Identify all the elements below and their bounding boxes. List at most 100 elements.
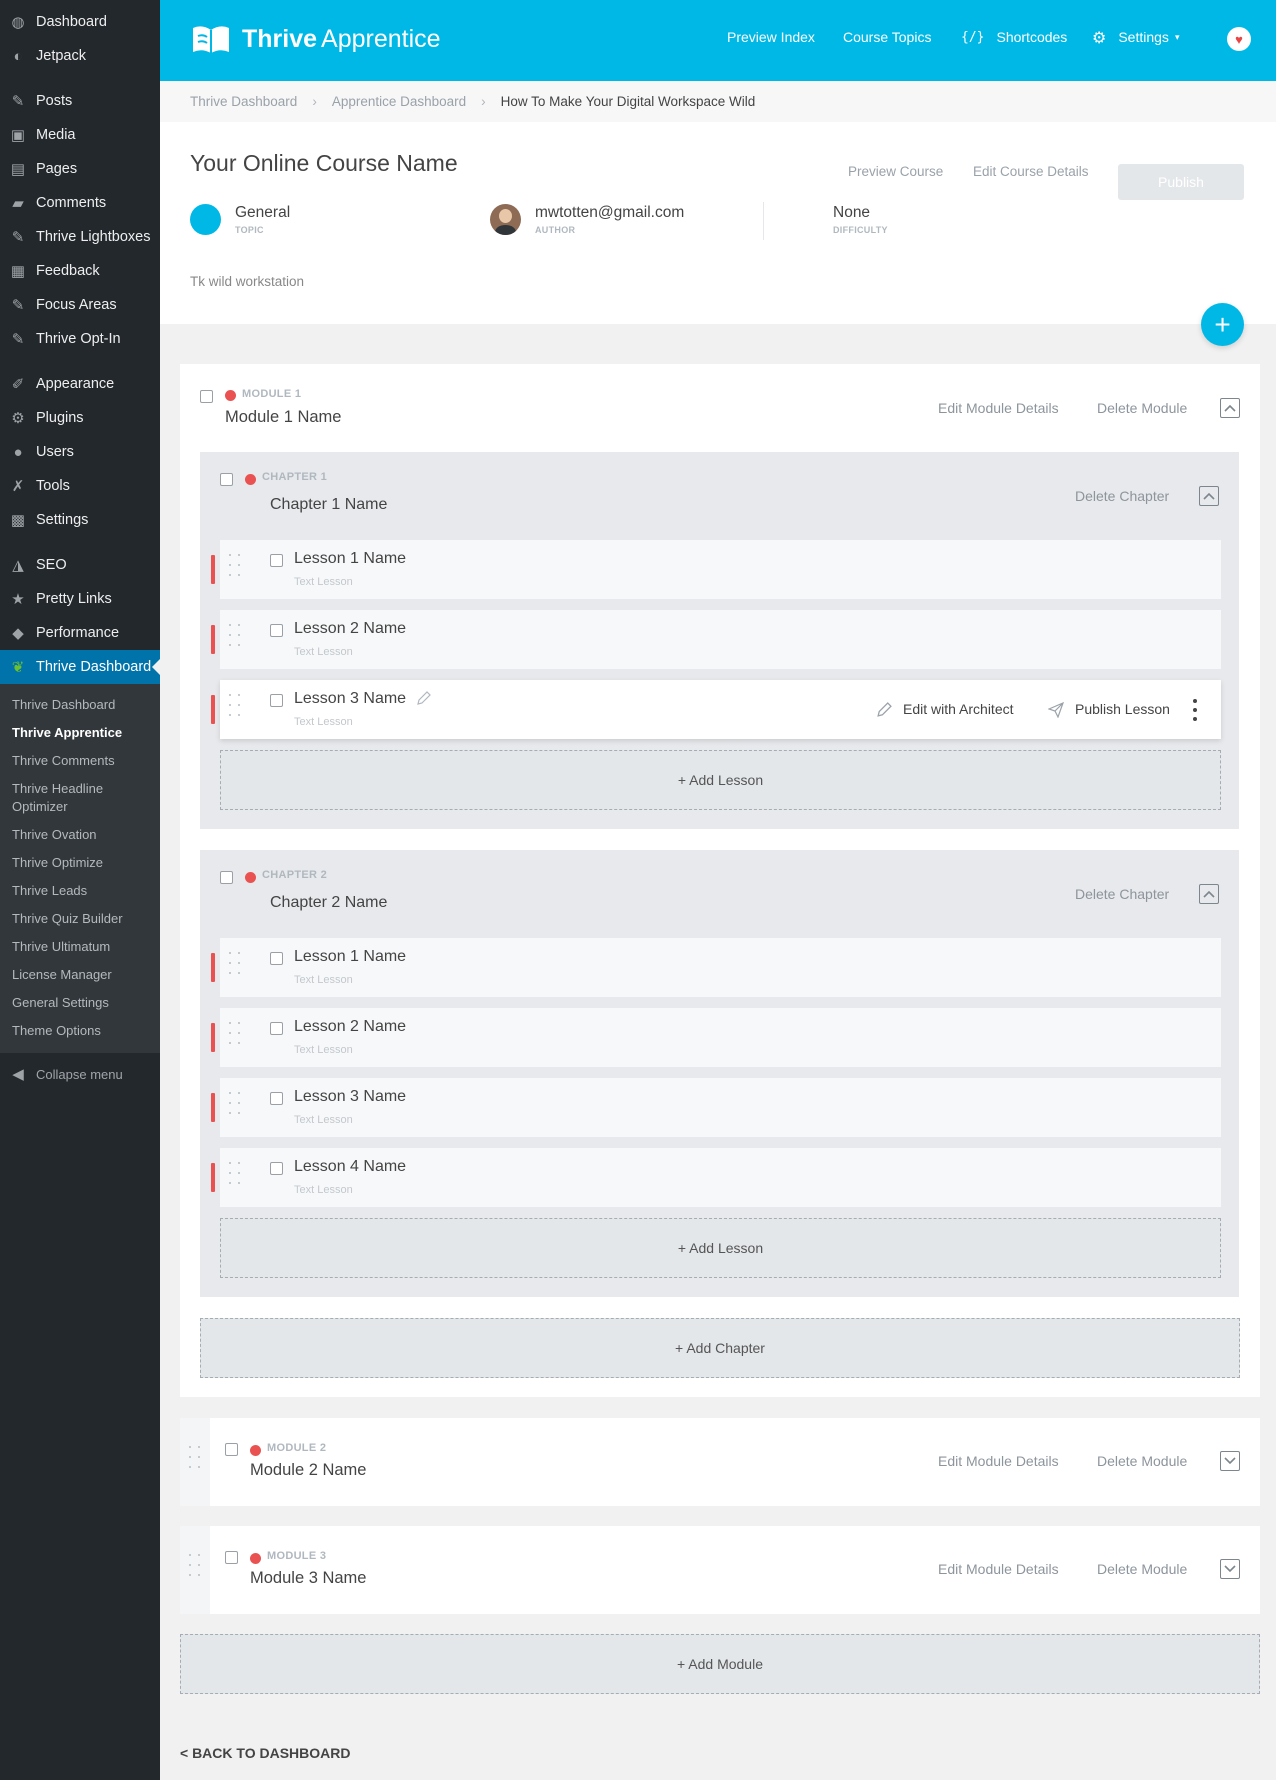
collapse-toggle[interactable] — [1220, 398, 1240, 418]
thrive-apprentice-logo[interactable]: Thrive Apprentice — [190, 22, 441, 56]
sidebar-item-posts[interactable]: ✎ Posts — [0, 84, 160, 118]
breadcrumb-thrive-dashboard[interactable]: Thrive Dashboard — [190, 94, 297, 109]
nav-shortcodes[interactable]: {/} Shortcodes — [961, 0, 1067, 74]
module-drag-area[interactable] — [180, 1418, 210, 1506]
drag-handle-icon[interactable] — [229, 624, 243, 655]
submenu-item[interactable]: License Manager — [0, 961, 160, 989]
sidebar-item-focus-areas[interactable]: ✎ Focus Areas — [0, 288, 160, 322]
submenu-item[interactable]: Thrive Optimize — [0, 849, 160, 877]
drag-handle-icon[interactable] — [229, 1162, 243, 1193]
collapse-menu-button[interactable]: ◀ Collapse menu — [0, 1057, 160, 1091]
sidebar-item-feedback[interactable]: ▦ Feedback — [0, 254, 160, 288]
delete-module-link[interactable]: Delete Module — [1097, 400, 1187, 416]
sidebar-item-thrive-dashboard[interactable]: ❦ Thrive Dashboard — [0, 650, 160, 684]
publish-button[interactable]: Publish — [1118, 164, 1244, 200]
module-drag-area[interactable] — [180, 1526, 210, 1614]
submenu-item[interactable]: Thrive Ovation — [0, 821, 160, 849]
lesson-checkbox[interactable] — [270, 554, 283, 567]
delete-chapter-link[interactable]: Delete Chapter — [1075, 488, 1169, 504]
lesson-row[interactable]: Lesson 1 Name Text Lesson — [211, 540, 1221, 599]
module-checkbox[interactable] — [200, 390, 213, 403]
course-author[interactable]: mwtotten@gmail.com AUTHOR — [490, 204, 684, 235]
sidebar-item-pretty-links[interactable]: ★ Pretty Links — [0, 582, 160, 616]
course-topic[interactable]: General TOPIC — [190, 204, 290, 235]
drag-handle-icon[interactable] — [189, 1554, 203, 1585]
nav-course-topics[interactable]: Course Topics — [843, 0, 931, 74]
lesson-checkbox[interactable] — [270, 1092, 283, 1105]
expand-toggle[interactable] — [1220, 1451, 1240, 1471]
lesson-checkbox[interactable] — [270, 1022, 283, 1035]
sidebar-item-plugins[interactable]: ⚙ Plugins — [0, 401, 160, 435]
sidebar-item-settings[interactable]: ▩ Settings — [0, 503, 160, 537]
submenu-item[interactable]: Thrive Apprentice — [0, 719, 160, 747]
add-module-button[interactable]: + Add Module — [180, 1634, 1260, 1694]
lesson-row[interactable]: Lesson 2 Name Text Lesson — [211, 610, 1221, 669]
preview-course-link[interactable]: Preview Course — [848, 164, 943, 179]
sidebar-item-dashboard[interactable]: ◍ Dashboard — [0, 5, 160, 39]
submenu-item[interactable]: General Settings — [0, 989, 160, 1017]
drag-handle-icon[interactable] — [189, 1446, 203, 1477]
submenu-item[interactable]: Thrive Headline Optimizer — [0, 775, 160, 821]
submenu-item[interactable]: Thrive Dashboard — [0, 691, 160, 719]
submenu-item[interactable]: Thrive Quiz Builder — [0, 905, 160, 933]
submenu-item[interactable]: Thrive Comments — [0, 747, 160, 775]
sidebar-item-pages[interactable]: ▤ Pages — [0, 152, 160, 186]
pencil-icon[interactable] — [416, 691, 431, 706]
sidebar-item-tools[interactable]: ✗ Tools — [0, 469, 160, 503]
more-options-icon[interactable] — [1193, 699, 1197, 721]
sidebar-item-performance[interactable]: ◆ Performance — [0, 616, 160, 650]
delete-chapter-link[interactable]: Delete Chapter — [1075, 886, 1169, 902]
sidebar-item-seo[interactable]: ◮ SEO — [0, 548, 160, 582]
add-lesson-button[interactable]: + Add Lesson — [220, 750, 1221, 810]
drag-handle-icon[interactable] — [229, 554, 243, 585]
course-difficulty[interactable]: None DIFFICULTY — [833, 204, 888, 235]
add-lesson-button[interactable]: + Add Lesson — [220, 1218, 1221, 1278]
edit-module-details-link[interactable]: Edit Module Details — [938, 400, 1059, 416]
delete-module-link[interactable]: Delete Module — [1097, 1453, 1187, 1469]
nav-preview-index[interactable]: Preview Index — [727, 0, 815, 74]
edit-with-architect-button[interactable]: Edit with Architect — [903, 701, 1014, 717]
delete-module-link[interactable]: Delete Module — [1097, 1561, 1187, 1577]
sidebar-item-appearance[interactable]: ✐ Appearance — [0, 367, 160, 401]
edit-course-details-link[interactable]: Edit Course Details — [973, 164, 1089, 179]
lesson-checkbox[interactable] — [270, 1162, 283, 1175]
add-chapter-button[interactable]: + Add Chapter — [200, 1318, 1240, 1378]
collapse-toggle[interactable] — [1199, 884, 1219, 904]
lesson-checkbox[interactable] — [270, 952, 283, 965]
back-to-dashboard-link[interactable]: < BACK TO DASHBOARD — [180, 1745, 350, 1761]
collapse-toggle[interactable] — [1199, 486, 1219, 506]
drag-handle-icon[interactable] — [229, 952, 243, 983]
lesson-row[interactable]: Lesson 1 Name Text Lesson — [211, 938, 1221, 997]
add-content-button[interactable]: + — [1201, 303, 1244, 346]
submenu-item[interactable]: Thrive Ultimatum — [0, 933, 160, 961]
lesson-checkbox[interactable] — [270, 694, 283, 707]
submenu-item[interactable]: Theme Options — [0, 1017, 160, 1045]
lesson-row[interactable]: Lesson 2 Name Text Lesson — [211, 1008, 1221, 1067]
sidebar-item-thrive-lightboxes[interactable]: ✎ Thrive Lightboxes — [0, 220, 160, 254]
lesson-row[interactable]: Lesson 3 Name Text Lesson — [211, 1078, 1221, 1137]
module-checkbox[interactable] — [225, 1443, 238, 1456]
breadcrumb-apprentice-dashboard[interactable]: Apprentice Dashboard — [332, 94, 466, 109]
sidebar-item-users[interactable]: ● Users — [0, 435, 160, 469]
lesson-row[interactable]: Lesson 4 Name Text Lesson — [211, 1148, 1221, 1207]
submenu-item[interactable]: Thrive Leads — [0, 877, 160, 905]
expand-toggle[interactable] — [1220, 1559, 1240, 1579]
lesson-row[interactable]: Lesson 3 Name Text Lesson Edit with Arch… — [211, 680, 1221, 739]
sidebar-item-jetpack[interactable]: ◐ Jetpack — [0, 39, 160, 73]
chapter-2: CHAPTER 2 Chapter 2 Name Delete Chapter … — [200, 850, 1239, 1297]
sidebar-item-thrive-opt-in[interactable]: ✎ Thrive Opt-In — [0, 322, 160, 356]
edit-module-details-link[interactable]: Edit Module Details — [938, 1453, 1059, 1469]
sidebar-item-media[interactable]: ▣ Media — [0, 118, 160, 152]
drag-handle-icon[interactable] — [229, 694, 243, 725]
chapter-checkbox[interactable] — [220, 473, 233, 486]
drag-handle-icon[interactable] — [229, 1022, 243, 1053]
nav-settings[interactable]: ⚙ Settings ▾ — [1092, 0, 1179, 74]
lesson-checkbox[interactable] — [270, 624, 283, 637]
drag-handle-icon[interactable] — [229, 1092, 243, 1123]
sidebar-item-comments[interactable]: ▰ Comments — [0, 186, 160, 220]
chapter-checkbox[interactable] — [220, 871, 233, 884]
publish-lesson-button[interactable]: Publish Lesson — [1075, 701, 1170, 717]
edit-module-details-link[interactable]: Edit Module Details — [938, 1561, 1059, 1577]
module-checkbox[interactable] — [225, 1551, 238, 1564]
heart-icon[interactable]: ♥ — [1227, 27, 1251, 51]
